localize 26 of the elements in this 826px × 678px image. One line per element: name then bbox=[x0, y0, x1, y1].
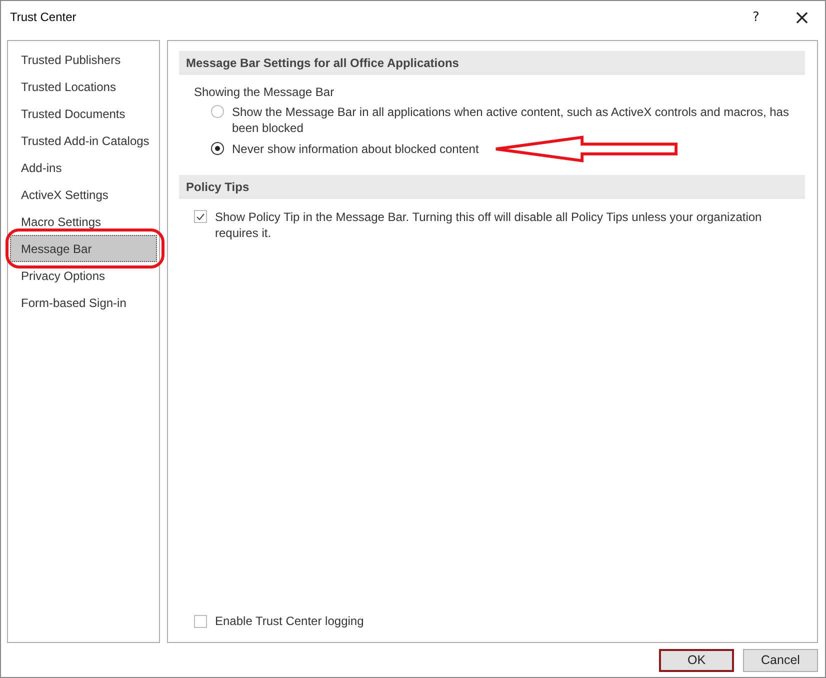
option-label: Show the Message Bar in all applications when active content, such as ActiveX controls and macros, has been blocked bbox=[232, 104, 790, 136]
close-button[interactable]: × bbox=[779, 1, 825, 33]
help-button[interactable]: ? bbox=[733, 1, 779, 33]
section-header: Message Bar Settings for all Office Applications bbox=[179, 51, 805, 75]
sidebar-item[interactable]: Trusted Documents bbox=[10, 100, 157, 127]
sidebar-item[interactable]: Privacy Options bbox=[10, 262, 157, 289]
radio-button[interactable] bbox=[211, 142, 224, 155]
checkbox[interactable] bbox=[194, 615, 207, 628]
checkbox[interactable] bbox=[194, 210, 207, 223]
dialog-button[interactable]: OK bbox=[659, 648, 734, 672]
section-header: Policy Tips bbox=[179, 175, 805, 199]
option-label: Show Policy Tip in the Message Bar. Turning this off will disable all Policy Tips unless your organization requires it. bbox=[215, 209, 763, 241]
sidebar-item[interactable]: ActiveX Settings bbox=[10, 181, 157, 208]
sidebar-item[interactable]: Trusted Locations bbox=[10, 73, 157, 100]
dialog-button[interactable]: Cancel bbox=[743, 648, 818, 672]
window-title: Trust Center bbox=[10, 10, 78, 24]
option-label: Enable Trust Center logging bbox=[215, 614, 364, 628]
option-label: Never show information about blocked content bbox=[232, 141, 479, 157]
sidebar-item[interactable]: Message Bar bbox=[10, 235, 157, 262]
sidebar-item[interactable]: Trusted Publishers bbox=[10, 46, 157, 73]
sidebar-item[interactable]: Form-based Sign-in bbox=[10, 289, 157, 316]
group-label: Showing the Message Bar bbox=[194, 85, 336, 99]
radio-button[interactable] bbox=[211, 105, 224, 118]
sidebar-item[interactable]: Trusted Add-in Catalogs bbox=[10, 127, 157, 154]
sidebar-item[interactable]: Macro Settings bbox=[10, 208, 157, 235]
sidebar-item[interactable]: Add-ins bbox=[10, 154, 157, 181]
